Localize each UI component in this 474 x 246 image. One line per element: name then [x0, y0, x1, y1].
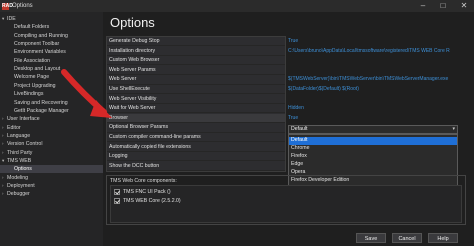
- tree-item[interactable]: › Debugger: [0, 190, 30, 198]
- tree-item-label: Welcome Page: [14, 74, 50, 81]
- property-value: C:\Users\bruno\AppData\Local\tmssoftware…: [288, 47, 450, 54]
- property-value: True: [288, 38, 299, 44]
- tree-item-label: Version Control: [7, 141, 43, 148]
- property-row[interactable]: Web Server Visibility: [107, 95, 285, 104]
- property-row[interactable]: Logging: [107, 152, 285, 162]
- core-component-item[interactable]: TMS WEB Core (2.5.2.0): [114, 197, 181, 205]
- page-title: Options: [110, 15, 155, 30]
- tree-item[interactable]: Default Folders: [0, 23, 49, 31]
- tree-item-label: Third Party: [7, 149, 33, 156]
- tree-item-label: Options: [14, 166, 32, 173]
- browser-option[interactable]: Default: [289, 137, 457, 145]
- tree-item-label: Desktop and Layout: [14, 66, 61, 73]
- tree-item[interactable]: GetIt Package Manager: [0, 107, 69, 115]
- tree-item-label: Project Upgrading: [14, 82, 56, 89]
- close-button[interactable]: ✕: [457, 0, 471, 12]
- options-panel: Options Generate Debug Stop Installation …: [103, 12, 474, 246]
- tree-item-label: GetIt Package Manager: [14, 107, 69, 114]
- tree-item-label: File Association: [14, 57, 51, 64]
- tree-item-label: Environment Variables: [14, 49, 66, 56]
- tree-item[interactable]: › Language: [0, 132, 30, 140]
- property-value: $(DataFolder)$(Default) $(Root): [288, 86, 359, 92]
- tree-item[interactable]: › Modeling: [0, 174, 28, 182]
- property-list: Generate Debug Stop Installation director…: [106, 36, 286, 172]
- tree-item[interactable]: › Editor: [0, 124, 21, 132]
- tree-item[interactable]: Welcome Page: [0, 73, 49, 81]
- options-tree: ▾ IDE Default Folders Compiling and Running…: [0, 12, 103, 246]
- property-row[interactable]: Custom Web Browser: [107, 56, 285, 66]
- core-components-label: TMS Web Core components:: [110, 178, 177, 184]
- tree-item-label: Compiling and Running: [14, 32, 68, 39]
- tree-item-label: IDE: [7, 16, 16, 22]
- checkbox-checked-icon[interactable]: [114, 189, 120, 195]
- browser-select[interactable]: Default ▾: [288, 125, 458, 134]
- tree-item[interactable]: › Deployment: [0, 182, 35, 190]
- property-row[interactable]: Browser: [107, 113, 285, 123]
- tree-item-label: Language: [7, 132, 31, 139]
- tree-item[interactable]: LiveBindings: [0, 90, 43, 98]
- tree-item-label: Debugger: [7, 191, 30, 198]
- core-components-list: TMS FNC UI Pack () TMS WEB Core (2.5.2.0): [110, 185, 462, 223]
- app-icon: RAD: [2, 2, 13, 10]
- property-value: $(TMSWebServer)\bin\TMSWebServer\bin\TMS…: [288, 76, 449, 83]
- tree-item-label: Editor: [7, 124, 21, 131]
- tree-item[interactable]: Environment Variables: [0, 48, 66, 56]
- tree-item-label: User Interface: [7, 116, 40, 123]
- tree-item[interactable]: Saving and Recovering: [0, 99, 68, 107]
- property-row[interactable]: Show the DCC button: [107, 162, 285, 171]
- tree-item[interactable]: Project Upgrading: [0, 82, 56, 90]
- tree-item[interactable]: Component Toolbar: [0, 40, 59, 48]
- tree-item[interactable]: › User Interface: [0, 115, 40, 123]
- tree-item-label: Default Folders: [14, 24, 50, 31]
- maximize-button[interactable]: □: [436, 0, 450, 12]
- core-component-label: TMS FNC UI Pack (): [123, 189, 171, 195]
- property-row[interactable]: Automatically copied file extensions: [107, 143, 285, 152]
- tree-item[interactable]: ▾ TMS WEB: [0, 157, 31, 165]
- chevron-down-icon[interactable]: ▾: [452, 126, 455, 133]
- tree-item[interactable]: Compiling and Running: [0, 32, 68, 40]
- tree-item-label: TMS WEB: [7, 157, 32, 164]
- property-row[interactable]: Web Server Params: [107, 66, 285, 75]
- core-components-group: TMS Web Core components: TMS FNC UI Pack…: [106, 175, 466, 225]
- core-component-item[interactable]: TMS FNC UI Pack (): [114, 188, 171, 196]
- checkbox-checked-icon[interactable]: [114, 198, 120, 204]
- browser-option[interactable]: Firefox: [289, 153, 457, 161]
- tree-item[interactable]: Desktop and Layout: [0, 65, 60, 73]
- tree-item[interactable]: Options: [0, 165, 103, 174]
- property-value: Hidden: [288, 105, 304, 112]
- browser-option[interactable]: Edge: [289, 161, 457, 169]
- title-bar: RAD Options – □ ✕: [0, 0, 474, 12]
- property-value: True: [288, 114, 299, 121]
- browser-option[interactable]: Chrome: [289, 145, 457, 153]
- tree-item-label: Saving and Recovering: [14, 99, 68, 106]
- tree-item[interactable]: › Third Party: [0, 149, 32, 157]
- property-row[interactable]: Optional Browser Params: [107, 123, 285, 133]
- property-row[interactable]: Custom compiler command-line params: [107, 133, 285, 143]
- tree-item-label: Component Toolbar: [14, 41, 60, 48]
- property-row[interactable]: Use ShellExecute: [107, 85, 285, 95]
- tree-item[interactable]: File Association: [0, 57, 50, 65]
- tree-item[interactable]: ▾ IDE: [0, 15, 16, 23]
- browser-select-value: Default: [291, 126, 308, 132]
- property-row[interactable]: Wait for Web Server: [107, 104, 285, 114]
- property-row[interactable]: Installation directory: [107, 47, 285, 56]
- property-row[interactable]: Web Server: [107, 75, 285, 85]
- core-component-label: TMS WEB Core (2.5.2.0): [123, 198, 181, 204]
- save-button[interactable]: Save: [356, 233, 386, 243]
- tree-item-label: Deployment: [7, 183, 35, 189]
- help-button[interactable]: Help: [428, 233, 458, 243]
- minimize-button[interactable]: –: [416, 0, 430, 12]
- cancel-button[interactable]: Cancel: [392, 233, 422, 243]
- tree-item[interactable]: › Version Control: [0, 140, 42, 148]
- property-row[interactable]: Generate Debug Stop: [107, 37, 285, 47]
- tree-item-label: Modeling: [7, 174, 29, 181]
- window-title: Options: [12, 3, 33, 9]
- tree-item-label: LiveBindings: [14, 91, 44, 98]
